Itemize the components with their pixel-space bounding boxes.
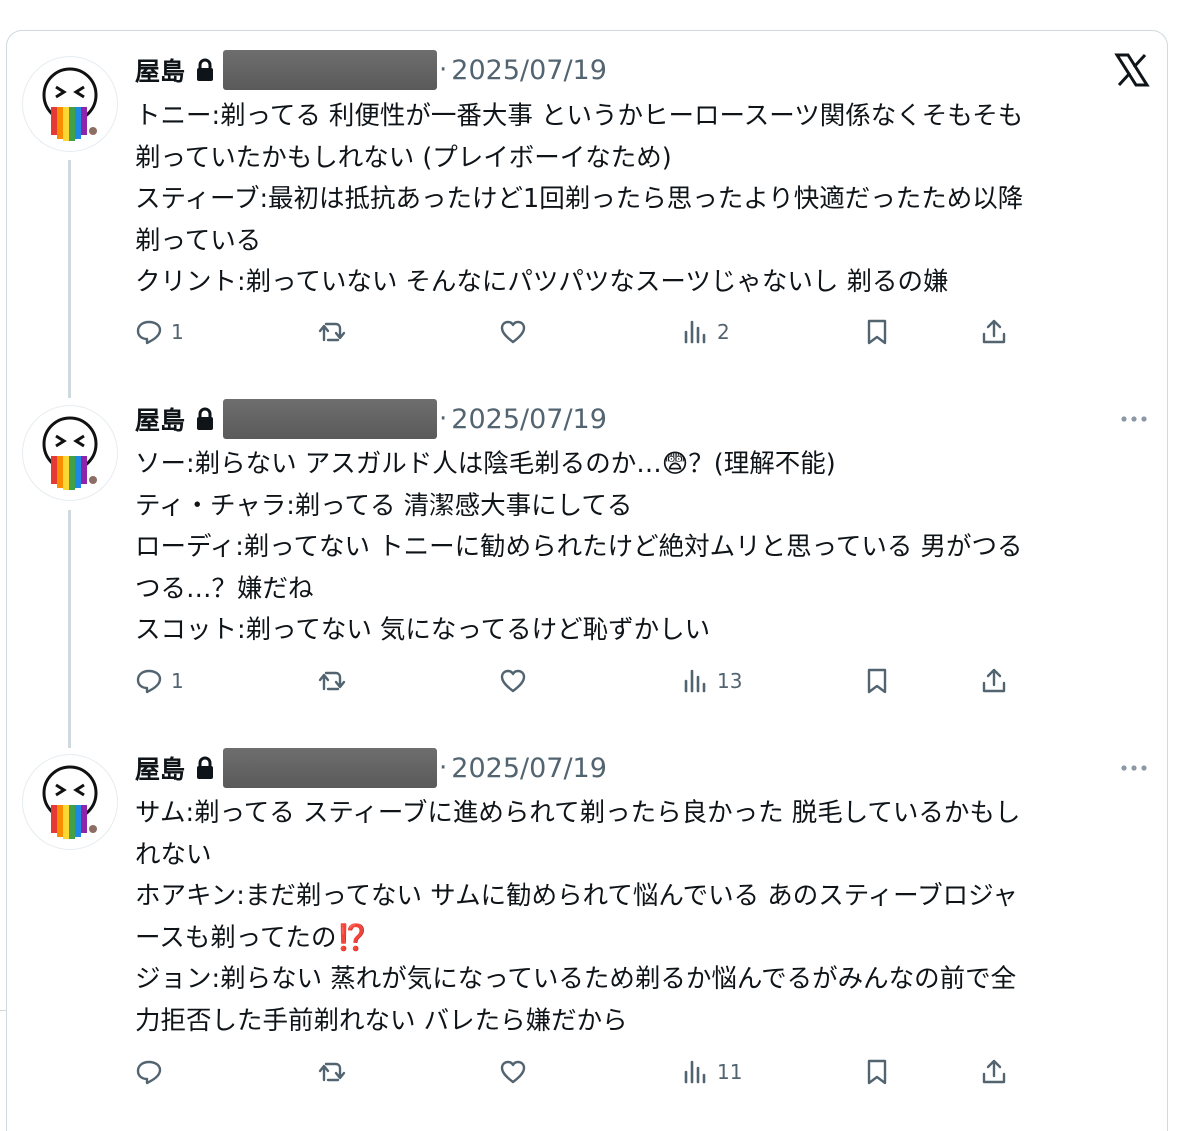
bookmark-button[interactable] (863, 1058, 891, 1086)
tweet-header: 屋島 · 2025/07/19 (135, 748, 607, 788)
display-name[interactable]: 屋島 (135, 750, 185, 786)
display-name[interactable]: 屋島 (135, 401, 185, 437)
like-button[interactable] (499, 1058, 527, 1086)
views-count: 13 (717, 669, 743, 693)
tweet-text-line: サム:剃ってる スティーブに進められて剃ったら良かった 脱毛しているかもし (135, 798, 1021, 828)
tweet-actions: 1 2 (0, 318, 1200, 352)
share-icon (982, 668, 1006, 693)
tweet-header: 屋島 · 2025/07/19 (135, 50, 607, 90)
tweet-text-line: 力拒否した手前剃れない バレたら嫌だから (135, 1005, 628, 1036)
tweet-text-line: ジョン:剃らない 蒸れが気になっているため剃るか悩んでるがみんなの前で全 (135, 964, 1017, 994)
share-icon (982, 319, 1006, 344)
tweet-header: 屋島 · 2025/07/19 (135, 399, 607, 439)
avatar[interactable] (22, 56, 118, 152)
retweet-button[interactable] (318, 1058, 346, 1086)
tweet-date[interactable]: 2025/07/19 (451, 753, 607, 784)
tweet-text-line: れない (135, 839, 212, 870)
bookmark-icon (867, 1059, 887, 1085)
views-button[interactable]: 2 (681, 318, 730, 346)
retweet-icon (318, 322, 346, 342)
views-icon (684, 669, 706, 693)
share-button[interactable] (980, 1058, 1008, 1086)
reply-icon (136, 1060, 162, 1085)
tweet-text-line: 剃っていたかもしれない (プレイボーイなため) (135, 142, 672, 173)
tweet-text-line: トニー:剃ってる 利便性が一番大事 というかヒーロースーツ関係なくそもそも (135, 101, 1024, 131)
tweet-text-line: スコット:剃ってない 気になってるけど恥ずかしい (135, 615, 711, 645)
lock-icon (197, 407, 214, 430)
separator-dot: · (439, 753, 448, 783)
retweet-button[interactable] (318, 667, 346, 695)
tweet-date[interactable]: 2025/07/19 (451, 404, 607, 435)
views-count: 11 (717, 1060, 743, 1084)
avatar[interactable] (22, 754, 118, 850)
redacted-handle (223, 748, 438, 788)
bookmark-icon (867, 668, 887, 694)
reply-button[interactable]: 1 (135, 667, 184, 695)
retweet-button[interactable] (318, 318, 346, 346)
bookmark-button[interactable] (863, 667, 891, 695)
tweet-actions: 1 13 (0, 667, 1200, 701)
more-dots-icon[interactable] (1120, 415, 1148, 423)
bookmark-icon (867, 319, 887, 345)
reply-button[interactable]: 1 (135, 318, 184, 346)
tweet-text-line: ローディ:剃ってない トニーに勧められたけど絶対ムリと思っている 男がつる (135, 532, 1023, 562)
views-button[interactable]: 13 (681, 667, 742, 695)
avatar[interactable] (22, 405, 118, 501)
tweet-text-line: 剃っている (135, 225, 262, 256)
thread-connector (68, 510, 71, 748)
views-button[interactable]: 11 (681, 1058, 742, 1086)
thread-connector (68, 160, 71, 398)
tweet-text-line: ースも剃ってたの⁉️ (135, 922, 369, 953)
redacted-handle (223, 50, 438, 90)
previous-tweet-actions-cropped (0, 0, 1200, 8)
tweet-text-line: ティ・チャラ:剃ってる 清潔感大事にしてる (135, 490, 633, 521)
views-icon (684, 320, 706, 344)
tweet-text: サム:剃ってる スティーブに進められて剃ったら良かった 脱毛しているかもし れない… (135, 793, 1145, 1042)
reply-icon (136, 320, 162, 345)
heart-icon (500, 1060, 526, 1084)
separator-dot: · (439, 55, 448, 85)
views-icon (684, 1060, 706, 1084)
lock-icon (197, 58, 214, 81)
tweet-text: トニー:剃ってる 利便性が一番大事 というかヒーロースーツ関係なくそもそも 剃って… (135, 96, 1145, 304)
views-count: 2 (717, 320, 730, 344)
tweet-actions: 11 (0, 1058, 1200, 1092)
reply-count: 1 (171, 669, 184, 693)
like-button[interactable] (499, 318, 527, 346)
reply-button[interactable] (135, 1058, 171, 1086)
separator-dot: · (439, 404, 448, 434)
reply-count: 1 (171, 320, 184, 344)
bookmark-button[interactable] (863, 318, 891, 346)
tweet-text-line: ソー:剃らない アスガルド人は陰毛剃るのか…😨？(理解不能) (135, 449, 836, 479)
share-icon (982, 1059, 1006, 1084)
like-button[interactable] (499, 667, 527, 695)
tweet-text-line: つる…？嫌だね (135, 573, 314, 604)
lock-icon (197, 756, 214, 779)
heart-icon (500, 320, 526, 344)
redacted-handle (223, 399, 438, 439)
tweet-text-line: ホアキン:まだ剃ってない サムに勧められて悩んでいる あのスティーブロジャ (135, 881, 1018, 911)
divider (0, 1010, 6, 1011)
tweet-date[interactable]: 2025/07/19 (451, 55, 607, 86)
x-logo-icon[interactable] (1114, 52, 1150, 88)
tweet-text: ソー:剃らない アスガルド人は陰毛剃るのか…😨？(理解不能) ティ・チャラ:剃って… (135, 444, 1145, 652)
heart-icon (500, 669, 526, 693)
tweet-text-line: スティーブ:最初は抵抗あったけど1回剃ったら思ったより快適だったため以降 (135, 184, 1024, 214)
tweet-text-line: クリント:剃っていない そんなにパツパツなスーツじゃないし 剃るの嫌 (135, 267, 949, 297)
more-dots-icon[interactable] (1120, 764, 1148, 772)
retweet-icon (318, 671, 346, 691)
retweet-icon (318, 1062, 346, 1082)
reply-icon (136, 669, 162, 694)
display-name[interactable]: 屋島 (135, 52, 185, 88)
share-button[interactable] (980, 318, 1008, 346)
share-button[interactable] (980, 667, 1008, 695)
